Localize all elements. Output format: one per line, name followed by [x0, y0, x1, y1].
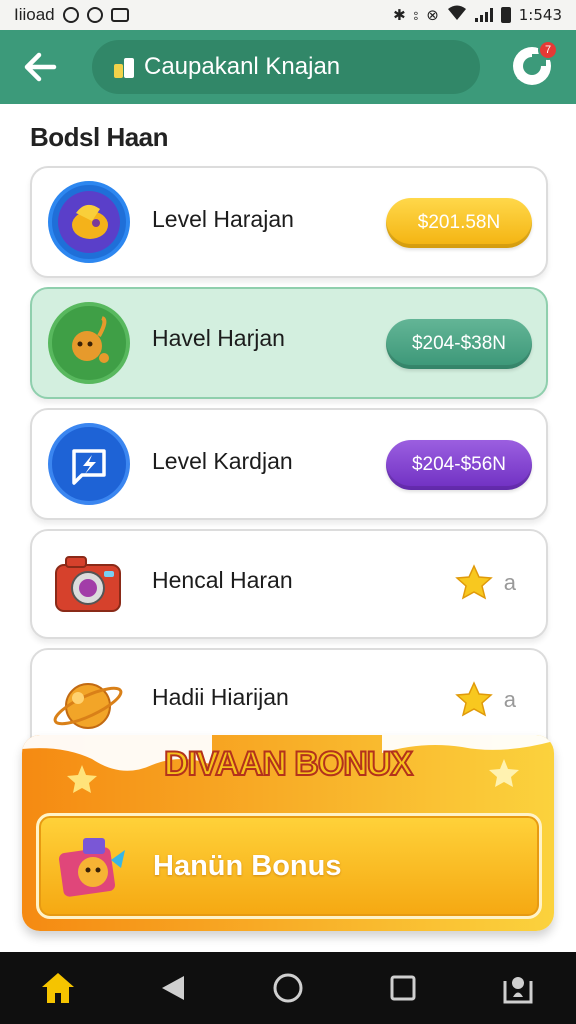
list-item[interactable]: Level Kardjan $204-$56N — [30, 408, 548, 520]
clock-text: 1:543 — [518, 6, 562, 24]
item-status: a — [454, 563, 516, 603]
item-label: Hencal Haran — [152, 567, 293, 593]
bonus-banner: DIVAAN BONUX Hanün Bonus — [22, 735, 554, 931]
home-icon — [41, 973, 74, 1003]
camera-icon — [48, 545, 128, 625]
bluetooth-icon: ✱ — [393, 6, 406, 24]
bonus-title: DIVAAN BONUX — [163, 744, 414, 784]
list-item[interactable]: Hencal Haran a — [30, 529, 548, 639]
title-pill[interactable]: Caupakanl Knajan — [92, 40, 480, 94]
carrier-text: Iiioad — [14, 5, 55, 24]
notification-badge: 7 — [538, 40, 558, 60]
item-label: Level Kardjan — [152, 448, 293, 474]
nav-home-circle-button[interactable] — [258, 958, 318, 1018]
claim-bonus-button[interactable]: Hanün Bonus — [36, 813, 542, 919]
nav-profile-button[interactable] — [488, 958, 548, 1018]
back-button[interactable] — [14, 41, 66, 93]
list-item[interactable]: Havel Harjan $204-$38N — [30, 287, 548, 399]
reward-button[interactable]: $204-$56N — [386, 440, 532, 490]
claim-bonus-label: Hanün Bonus — [153, 850, 342, 882]
wifi-icon — [447, 5, 467, 25]
arrow-left-icon — [24, 52, 57, 82]
section-title: Bodsl Haan — [30, 122, 169, 152]
item-extra: a — [503, 570, 516, 595]
star-icon — [454, 564, 493, 600]
star-icon — [454, 681, 493, 717]
lightning-badge-icon — [48, 423, 130, 505]
reward-button[interactable]: $204-$38N — [386, 319, 532, 369]
sync-icon — [62, 7, 79, 23]
reward-button[interactable]: $201.58N — [386, 198, 532, 248]
status-bar: Iiioad ✱ ⦂ ⊗ 1:543 — [0, 0, 576, 30]
item-status: a — [454, 680, 516, 720]
dragon-icon — [48, 181, 130, 263]
chat-icon — [86, 7, 103, 23]
battery-icon — [500, 7, 511, 23]
square-recents-icon — [390, 975, 416, 1001]
signal-icon — [474, 8, 493, 22]
status-left: Iiioad — [14, 5, 129, 25]
nav-back-button[interactable] — [143, 958, 203, 1018]
nav-recents-button[interactable] — [373, 958, 433, 1018]
notification-button[interactable]: 7 — [510, 40, 558, 88]
item-label: Havel Harjan — [152, 325, 285, 351]
planet-icon — [48, 664, 128, 744]
alarm-icon: ⊗ — [426, 6, 439, 24]
app-title: Caupakanl Knajan — [144, 53, 341, 80]
triangle-back-icon — [161, 976, 184, 1000]
status-right: ✱ ⦂ ⊗ 1:543 — [393, 5, 562, 25]
item-label: Hadii Hiarijan — [152, 684, 289, 710]
thumbs-up-icon — [114, 56, 134, 78]
monkey-icon — [48, 302, 130, 384]
item-label: Level Harajan — [152, 206, 294, 232]
circle-home-icon — [273, 973, 303, 1003]
vibrate-icon: ⦂ — [413, 6, 419, 24]
navigation-bar — [0, 952, 576, 1024]
profile-pin-icon — [503, 977, 533, 1004]
mail-icon — [110, 8, 129, 22]
app-bar: Caupakanl Knajan 7 — [0, 30, 576, 104]
item-extra: a — [503, 687, 516, 712]
gift-mascot-icon — [58, 838, 125, 897]
nav-home-button[interactable] — [28, 958, 88, 1018]
list-item[interactable]: Level Harajan $201.58N — [30, 166, 548, 278]
